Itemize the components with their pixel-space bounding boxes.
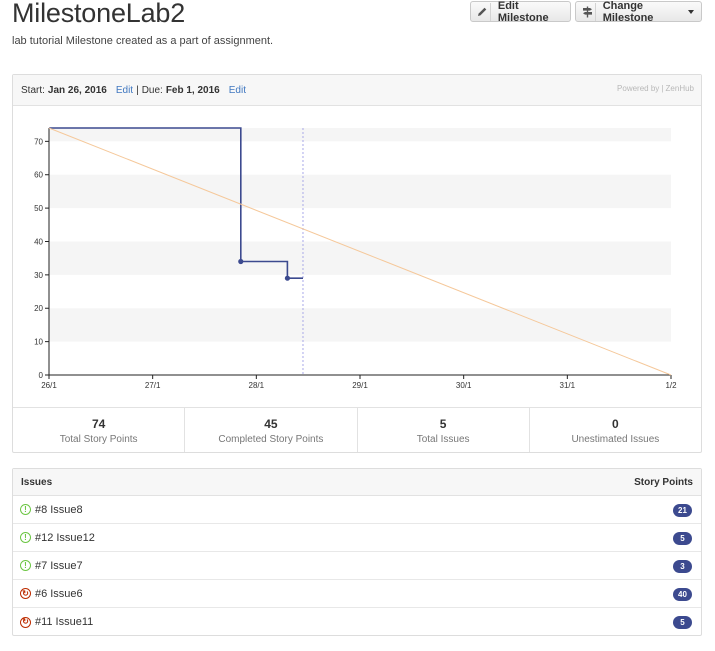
story-points-badge: 5 — [673, 532, 692, 545]
pencil-icon — [475, 2, 491, 21]
story-points-header-label: Story Points — [634, 476, 693, 488]
stat-value: 74 — [91, 417, 106, 431]
issue-open-icon: ! — [20, 532, 31, 543]
stat-label: Total Issues — [416, 434, 470, 445]
y-tick-label: 60 — [34, 171, 43, 180]
start-label: Start: — [21, 84, 45, 96]
page-title: MilestoneLab2 — [12, 0, 186, 28]
grid-band — [49, 174, 671, 209]
x-tick-label: 29/1 — [352, 381, 368, 390]
powered-by: Powered by | ZenHub — [617, 84, 694, 93]
grid-band — [49, 308, 671, 342]
grid-band — [49, 128, 671, 142]
burndown-point — [284, 275, 291, 281]
edit-milestone-button[interactable]: Edit Milestone — [470, 0, 571, 24]
start-date: Jan 26, 2016 — [47, 84, 107, 96]
issue-row[interactable]: ! #7 Issue7 3 — [13, 552, 701, 580]
y-tick-label: 20 — [34, 304, 43, 313]
issues-header-label: Issues — [21, 476, 53, 488]
burndown-point — [238, 258, 244, 265]
due-date: Feb 1, 2016 — [165, 84, 220, 96]
y-tick-label: 50 — [34, 204, 43, 213]
issue-title[interactable]: Issue6 — [50, 588, 82, 600]
x-tick-label: 27/1 — [145, 381, 161, 390]
stat-3: 0 Unestimated Issues — [530, 408, 701, 452]
issue-number: #6 — [35, 587, 48, 600]
x-tick-label: 30/1 — [456, 381, 472, 390]
story-points-badge: 3 — [673, 560, 692, 573]
stat-label: Unestimated Issues — [571, 434, 660, 445]
issue-closed-icon: ↻ — [20, 588, 31, 599]
stat-value: 0 — [612, 417, 619, 431]
issues-header: Issues Story Points — [13, 469, 701, 496]
grid-band — [49, 241, 671, 275]
stat-label: Total Story Points — [59, 434, 138, 445]
burndown-panel: Start: Jan 26, 2016 Edit | Due: Feb 1, 2… — [12, 74, 702, 453]
issue-open-icon: ! — [20, 560, 31, 571]
x-tick-label: 1/2 — [665, 381, 677, 390]
due-label: Due: — [141, 84, 163, 96]
date-separator: | — [136, 84, 139, 96]
y-tick-label: 30 — [34, 271, 43, 280]
issues-panel: Issues Story Points ! #8 Issue8 21! #12 Issue… — [12, 468, 702, 636]
issue-title[interactable]: Issue8 — [50, 504, 82, 516]
burndown-chart-area: 0 10 20 30 40 50 60 70 26/1 27/1 28/1 29/1 30/1 31/1 1… — [13, 106, 701, 407]
stat-label: Completed Story Points — [218, 434, 324, 445]
change-milestone-button[interactable]: Change Milestone — [575, 0, 702, 24]
y-tick-label: 70 — [34, 137, 43, 146]
x-tick-label: 26/1 — [41, 381, 57, 390]
y-tick-label: 40 — [34, 237, 43, 246]
story-points-badge: 40 — [673, 588, 692, 601]
burndown-chart: 0 10 20 30 40 50 60 70 26/1 27/1 28/1 29/1 30/1 31/1 1… — [34, 127, 677, 390]
issue-row[interactable]: ! #8 Issue8 21 — [13, 496, 701, 524]
issue-list: ! #8 Issue8 21! #12 Issue12 5! #7 Issue7 3 ↻ #6 Issu… — [13, 496, 701, 636]
stat-2: 5 Total Issues — [358, 408, 530, 452]
powered-by-label: Powered by | — [617, 84, 664, 93]
issue-title[interactable]: Issue12 — [56, 532, 95, 544]
stat-0: 74 Total Story Points — [13, 408, 186, 452]
issue-row[interactable]: ! #12 Issue12 5 — [13, 524, 701, 552]
issue-closed-icon: ↻ — [20, 616, 31, 628]
story-points-badge: 21 — [673, 504, 692, 517]
y-tick-label: 0 — [39, 371, 44, 380]
stat-value: 45 — [264, 417, 278, 431]
x-tick-label: 31/1 — [560, 381, 576, 390]
y-tick-label: 10 — [34, 338, 43, 347]
x-tick-label: 28/1 — [249, 381, 265, 390]
zenhub-brand: ZenHub — [665, 84, 694, 93]
stat-1: 45 Completed Story Points — [185, 408, 358, 452]
issue-row[interactable]: ↻ #6 Issue6 40 — [13, 580, 701, 608]
edit-milestone-label: Edit Milestone — [497, 0, 549, 24]
chevron-down-icon — [688, 9, 694, 14]
issue-open-icon: ! — [20, 504, 31, 515]
change-milestone-label: Change Milestone — [602, 0, 654, 24]
issue-number: #8 — [35, 503, 48, 516]
issue-number: #7 — [35, 559, 48, 572]
signpost-icon — [580, 2, 596, 21]
issue-number: #12 — [35, 531, 54, 544]
edit-start-link[interactable]: Edit — [116, 85, 133, 96]
story-points-badge: 5 — [673, 616, 692, 629]
edit-due-link[interactable]: Edit — [229, 85, 246, 96]
milestone-description: lab tutorial Milestone created as a part… — [12, 35, 274, 47]
issue-title[interactable]: Issue11 — [56, 616, 94, 628]
milestone-dates: Start: Jan 26, 2016 Edit | Due: Feb 1, 2… — [13, 75, 701, 106]
stat-value: 5 — [439, 417, 447, 431]
issue-number: #11 — [35, 616, 53, 628]
stats-bar: 74 Total Story Points 45 Completed Story Po… — [13, 407, 701, 452]
issue-row[interactable]: ↻ #11 Issue11 5 — [13, 608, 701, 636]
issue-title[interactable]: Issue7 — [50, 560, 82, 572]
